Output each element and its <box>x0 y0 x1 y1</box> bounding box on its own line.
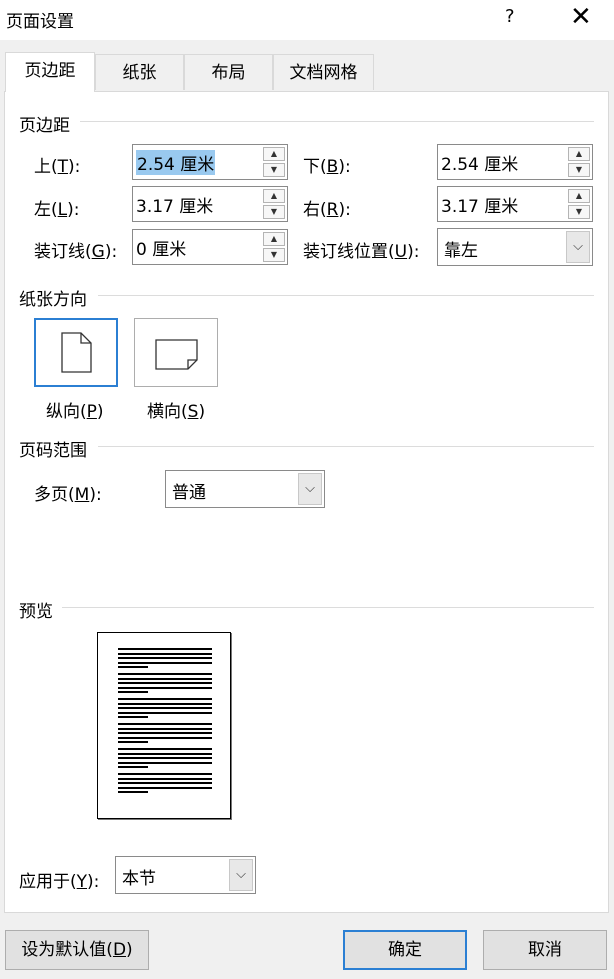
preview-page <box>97 632 231 819</box>
preview-text-line <box>118 691 148 694</box>
dialog-title: 页面设置 <box>6 12 74 32</box>
preview-text-line <box>118 773 212 775</box>
section-margins: 页边距 <box>19 116 70 136</box>
spin-down-icon[interactable]: ▼ <box>568 163 590 177</box>
portrait-label: 纵向(P) <box>46 402 104 422</box>
preview-text-line <box>118 736 212 739</box>
preview-text-line <box>118 661 212 664</box>
preview-text-line <box>118 748 212 750</box>
gutter-position-label: 装订线位置(U): <box>303 242 420 262</box>
top-margin-value: 2.54 厘米 <box>136 150 216 175</box>
preview-text-line <box>118 782 212 785</box>
tab-layout[interactable]: 布局 <box>184 54 273 90</box>
preview-text-line <box>118 761 212 764</box>
preview-text-line <box>118 777 212 780</box>
portrait-page-icon <box>61 332 92 373</box>
section-pages: 页码范围 <box>19 441 87 461</box>
preview-text-line <box>118 686 212 689</box>
multiple-pages-value: 普通 <box>172 483 206 503</box>
top-margin-label: 上(T): <box>34 157 81 177</box>
spin-up-icon[interactable]: ▲ <box>263 232 285 246</box>
landscape-option[interactable] <box>134 318 218 387</box>
bottom-margin-label: 下(B): <box>303 157 351 177</box>
close-button[interactable]: ✕ <box>570 2 592 32</box>
divider <box>98 295 594 296</box>
tab-margins[interactable]: 页边距 <box>5 52 95 92</box>
preview-text-line <box>118 698 212 700</box>
chevron-down-icon[interactable]: ⌵ <box>566 231 590 263</box>
preview-text-line <box>118 757 212 760</box>
tab-doc-grid[interactable]: 文档网格 <box>273 54 374 90</box>
spin-down-icon[interactable]: ▼ <box>263 163 285 177</box>
spin-down-icon[interactable]: ▼ <box>263 248 285 262</box>
divider <box>62 607 594 608</box>
preview-text-line <box>118 677 212 680</box>
section-orientation: 纸张方向 <box>19 290 87 310</box>
right-margin-label: 右(R): <box>303 200 351 220</box>
spin-up-icon[interactable]: ▲ <box>263 147 285 161</box>
preview-text-line <box>118 711 212 714</box>
spin-up-icon[interactable]: ▲ <box>568 147 590 161</box>
right-margin-input[interactable]: 3.17 厘米 ▲ ▼ <box>437 186 593 222</box>
preview-text-line <box>118 723 212 725</box>
top-margin-input[interactable]: 2.54 厘米 ▲ ▼ <box>132 144 288 180</box>
chevron-down-icon[interactable]: ⌵ <box>298 473 322 505</box>
preview-text-line <box>118 682 212 685</box>
set-default-button[interactable]: 设为默认值(D) <box>5 930 149 970</box>
ok-button[interactable]: 确定 <box>343 930 467 970</box>
preview-text-line <box>118 741 148 744</box>
preview-text-line <box>118 652 212 655</box>
preview-text-line <box>118 766 148 769</box>
gutter-position-value: 靠左 <box>444 241 478 261</box>
multiple-pages-label: 多页(M): <box>34 485 102 505</box>
cancel-button[interactable]: 取消 <box>483 930 607 970</box>
chevron-down-icon[interactable]: ⌵ <box>229 859 253 891</box>
help-button[interactable]: ? <box>505 6 515 27</box>
bottom-margin-input[interactable]: 2.54 厘米 ▲ ▼ <box>437 144 593 180</box>
gutter-label: 装订线(G): <box>34 242 118 262</box>
spin-down-icon[interactable]: ▼ <box>568 205 590 219</box>
landscape-page-icon <box>155 339 198 370</box>
left-margin-label: 左(L): <box>34 200 80 220</box>
multiple-pages-select[interactable]: 普通 ⌵ <box>165 470 325 508</box>
gutter-value: 0 厘米 <box>136 240 187 260</box>
tab-paper[interactable]: 纸张 <box>95 54 184 90</box>
preview-text-line <box>118 786 212 789</box>
spin-up-icon[interactable]: ▲ <box>568 189 590 203</box>
apply-to-value: 本节 <box>122 869 156 889</box>
preview-text-line <box>118 707 212 710</box>
apply-to-label: 应用于(Y): <box>19 872 100 892</box>
preview-text-line <box>118 702 212 705</box>
preview-text-line <box>118 727 212 730</box>
divider <box>80 121 594 122</box>
preview-text-line <box>118 648 212 650</box>
title-bar: 页面设置 ? ✕ <box>0 0 614 40</box>
left-margin-value: 3.17 厘米 <box>136 197 214 217</box>
divider <box>98 446 594 447</box>
preview-text-line <box>118 716 148 719</box>
preview-text-line <box>118 732 212 735</box>
portrait-option[interactable] <box>34 318 118 387</box>
spin-down-icon[interactable]: ▼ <box>263 205 285 219</box>
gutter-input[interactable]: 0 厘米 ▲ ▼ <box>132 229 288 265</box>
left-margin-input[interactable]: 3.17 厘米 ▲ ▼ <box>132 186 288 222</box>
landscape-label: 横向(S) <box>147 402 206 422</box>
bottom-margin-value: 2.54 厘米 <box>441 155 519 175</box>
gutter-position-select[interactable]: 靠左 ⌵ <box>437 228 593 266</box>
preview-text-line <box>118 791 148 794</box>
preview-text-line <box>118 666 148 669</box>
apply-to-select[interactable]: 本节 ⌵ <box>115 856 256 894</box>
preview-text-line <box>118 752 212 755</box>
preview-text-line <box>118 673 212 675</box>
section-preview: 预览 <box>19 602 53 622</box>
right-margin-value: 3.17 厘米 <box>441 197 519 217</box>
spin-up-icon[interactable]: ▲ <box>263 189 285 203</box>
preview-text-line <box>118 657 212 660</box>
